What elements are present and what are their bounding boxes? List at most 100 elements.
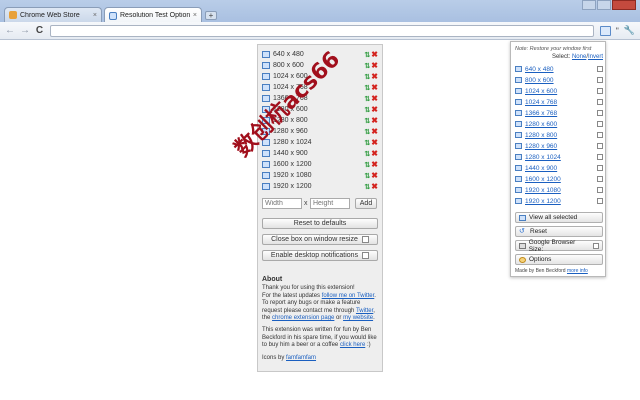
popup-resolution-link[interactable]: 1280 x 600 [525,121,597,128]
maximize-button[interactable] [597,0,611,10]
popup-resolution-row[interactable]: 1024 x 600 [515,86,603,96]
back-button[interactable]: ← [5,25,15,36]
popup-resolution-checkbox[interactable] [597,99,603,105]
delete-icon[interactable]: ✖ [371,94,378,103]
popup-resolution-link[interactable]: 640 x 480 [525,66,597,73]
popup-resolution-row[interactable]: 1366 x 768 [515,108,603,118]
move-up-down-icon[interactable]: ⇅ [364,51,370,59]
select-invert-link[interactable]: Invert [588,54,603,60]
popup-resolution-checkbox[interactable] [597,165,603,171]
close-icon[interactable]: × [193,12,197,19]
donate-link[interactable]: click here [340,342,365,348]
delete-icon[interactable]: ✖ [371,105,378,114]
close-icon[interactable]: × [93,12,97,19]
tab-resolution-test-options[interactable]: Resolution Test Options × [104,7,202,23]
popup-resolution-row[interactable]: 1920 x 1200 [515,196,603,206]
delete-icon[interactable]: ✖ [371,182,378,191]
delete-icon[interactable]: ✖ [371,138,378,147]
move-up-down-icon[interactable]: ⇅ [364,150,370,158]
popup-resolution-row[interactable]: 1280 x 960 [515,141,603,151]
famfamfam-link[interactable]: famfamfam [286,355,316,361]
popup-resolution-checkbox[interactable] [597,176,603,182]
delete-icon[interactable]: ✖ [371,116,378,125]
popup-resolution-row[interactable]: 1920 x 1080 [515,185,603,195]
delete-icon[interactable]: ✖ [371,149,378,158]
move-up-down-icon[interactable]: ⇅ [364,128,370,136]
reset-button[interactable]: ↺ Reset [515,226,603,237]
popup-resolution-link[interactable]: 1280 x 1024 [525,154,597,161]
view-all-selected-button[interactable]: View all selected [515,212,603,223]
delete-icon[interactable]: ✖ [371,61,378,70]
move-up-down-icon[interactable]: ⇅ [364,62,370,70]
popup-resolution-link[interactable]: 1920 x 1200 [525,198,597,205]
popup-resolution-link[interactable]: 1024 x 600 [525,88,597,95]
reload-button[interactable]: C [35,25,44,36]
move-up-down-icon[interactable]: ⇅ [364,95,370,103]
more-info-link[interactable]: more info [567,268,588,274]
popup-resolution-row[interactable]: 640 x 480 [515,64,603,74]
select-none-link[interactable]: None [572,54,586,60]
twitter-follow-link[interactable]: follow me on Twitter [322,293,375,299]
popup-resolution-link[interactable]: 1280 x 960 [525,143,597,150]
move-up-down-icon[interactable]: ⇅ [364,106,370,114]
options-button[interactable]: Options [515,254,603,265]
resolution-row[interactable]: 1280 x 1024 ⇅ ✖ [262,137,378,148]
new-tab-button[interactable]: + [205,11,217,20]
website-link[interactable]: my website [343,315,373,321]
popup-resolution-row[interactable]: 1024 x 768 [515,97,603,107]
resolution-row[interactable]: 1920 x 1080 ⇅ ✖ [262,170,378,181]
popup-resolution-checkbox[interactable] [597,154,603,160]
popup-resolution-row[interactable]: 800 x 600 [515,75,603,85]
delete-icon[interactable]: ✖ [371,171,378,180]
resolution-extension-button[interactable] [599,25,611,36]
popup-resolution-row[interactable]: 1440 x 900 [515,163,603,173]
move-up-down-icon[interactable]: ⇅ [364,183,370,191]
popup-resolution-checkbox[interactable] [597,66,603,72]
width-input[interactable] [262,198,302,209]
extension-page-link[interactable]: chrome extension page [272,315,334,321]
popup-resolution-link[interactable]: 1600 x 1200 [525,176,597,183]
popup-resolution-checkbox[interactable] [597,110,603,116]
popup-resolution-checkbox[interactable] [597,121,603,127]
popup-resolution-link[interactable]: 1280 x 800 [525,132,597,139]
move-up-down-icon[interactable]: ⇅ [364,84,370,92]
notifications-toggle[interactable]: Enable desktop notifications [262,250,378,261]
delete-icon[interactable]: ✖ [371,50,378,59]
notifications-checkbox[interactable] [362,252,370,259]
popup-resolution-row[interactable]: 1600 x 1200 [515,174,603,184]
twitter-link[interactable]: Twitter [356,308,373,314]
popup-resolution-row[interactable]: 1280 x 800 [515,130,603,140]
popup-resolution-checkbox[interactable] [597,77,603,83]
delete-icon[interactable]: ✖ [371,72,378,81]
forward-button[interactable]: → [20,25,30,36]
popup-resolution-row[interactable]: 1280 x 1024 [515,152,603,162]
google-browser-size-toggle[interactable]: Google Browser Size: [515,239,603,253]
popup-resolution-checkbox[interactable] [597,88,603,94]
google-size-checkbox[interactable] [593,242,599,249]
window-close-button[interactable] [612,0,636,10]
move-up-down-icon[interactable]: ⇅ [364,139,370,147]
address-bar[interactable] [50,24,594,37]
delete-icon[interactable]: ✖ [371,83,378,92]
popup-resolution-row[interactable]: 1280 x 600 [515,119,603,129]
resolution-row[interactable]: 1440 x 900 ⇅ ✖ [262,148,378,159]
resolution-row[interactable]: 1920 x 1200 ⇅ ✖ [262,181,378,192]
popup-resolution-checkbox[interactable] [597,132,603,138]
popup-resolution-link[interactable]: 1366 x 768 [525,110,597,117]
delete-icon[interactable]: ✖ [371,160,378,169]
popup-resolution-link[interactable]: 800 x 600 [525,77,597,84]
reset-defaults-button[interactable]: Reset to defaults [262,218,378,229]
height-input[interactable] [310,198,350,209]
resolution-row[interactable]: 1600 x 1200 ⇅ ✖ [262,159,378,170]
popup-resolution-checkbox[interactable] [597,187,603,193]
move-up-down-icon[interactable]: ⇅ [364,161,370,169]
minimize-button[interactable] [582,0,596,10]
popup-resolution-checkbox[interactable] [597,143,603,149]
add-button[interactable]: Add [355,198,377,209]
popup-resolution-link[interactable]: 1440 x 900 [525,165,597,172]
move-up-down-icon[interactable]: ⇅ [364,73,370,81]
delete-icon[interactable]: ✖ [371,127,378,136]
wrench-icon[interactable]: 🔧 [624,25,635,36]
popup-resolution-link[interactable]: 1024 x 768 [525,99,597,106]
close-box-toggle[interactable]: Close box on window resize [262,234,378,245]
